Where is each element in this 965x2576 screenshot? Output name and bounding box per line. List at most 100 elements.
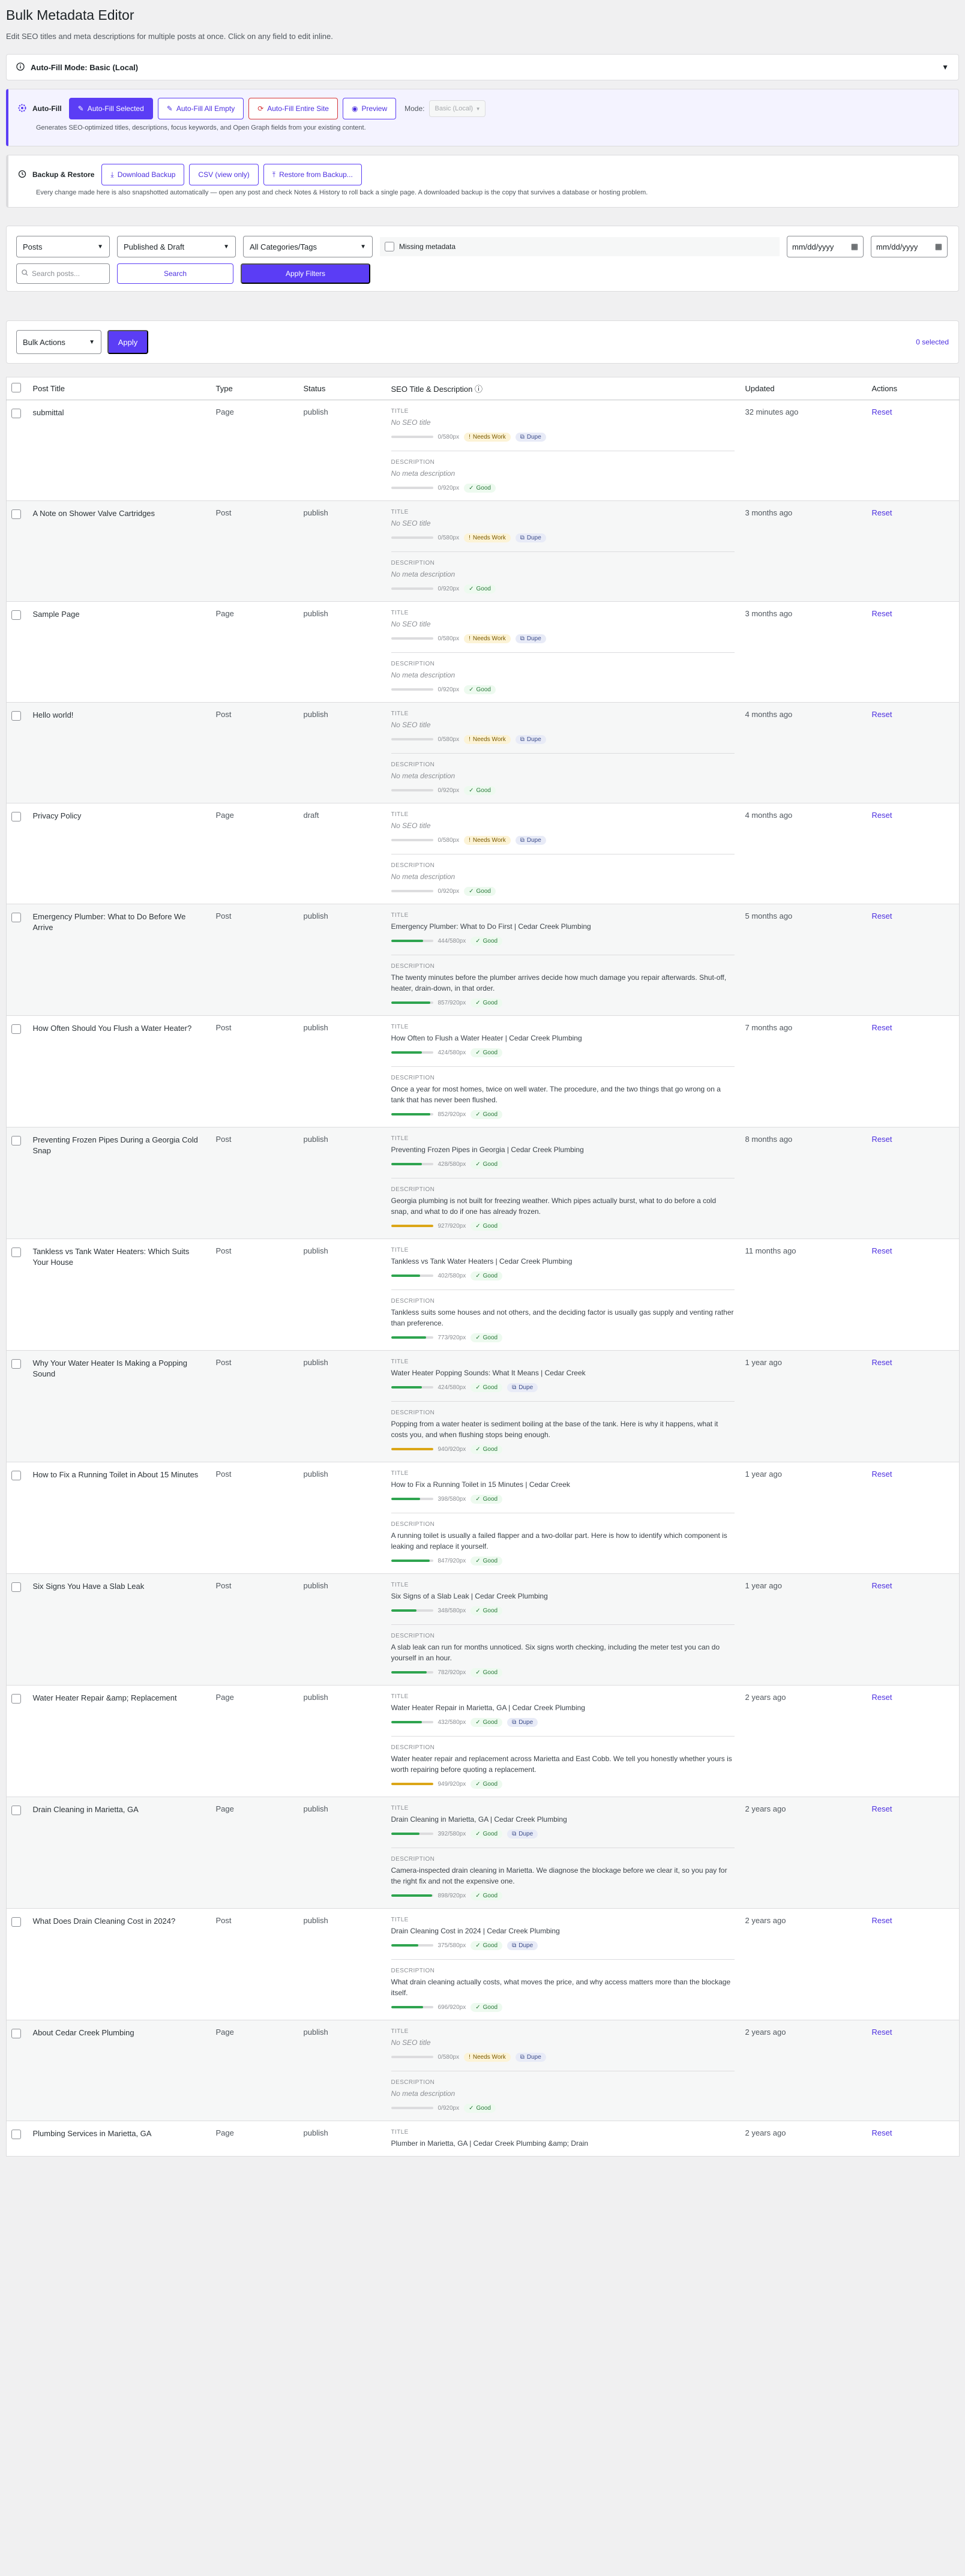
seo-title-field[interactable]: Drain Cleaning Cost in 2024 | Cedar Cree… bbox=[391, 1926, 735, 1936]
table-row[interactable]: What Does Drain Cleaning Cost in 2024? Po… bbox=[6, 1908, 960, 2020]
seo-title-field[interactable]: No SEO title bbox=[391, 619, 735, 629]
seo-title-field[interactable]: Emergency Plumber: What to Do First | Ce… bbox=[391, 921, 735, 932]
seo-desc-field[interactable]: No meta description bbox=[391, 871, 735, 882]
seo-title-field[interactable]: Water Heater Repair in Marietta, GA | Ce… bbox=[391, 1702, 735, 1713]
post-title[interactable]: Drain Cleaning in Marietta, GA bbox=[28, 1797, 211, 1909]
col-updated[interactable]: Updated bbox=[740, 377, 867, 400]
table-row[interactable]: Sample Page Page publish TITLE No SEO title 0… bbox=[6, 601, 960, 703]
reset-link[interactable]: Reset bbox=[867, 601, 960, 703]
reset-link[interactable]: Reset bbox=[867, 1350, 960, 1462]
row-checkbox[interactable] bbox=[11, 1024, 21, 1034]
date-to-input[interactable]: mm/dd/yyyy ▦ bbox=[871, 236, 948, 257]
post-title[interactable]: How Often Should You Flush a Water Heate… bbox=[28, 1015, 211, 1127]
seo-desc-field[interactable]: Tankless suits some houses and not other… bbox=[391, 1307, 735, 1329]
row-checkbox[interactable] bbox=[11, 1694, 21, 1704]
post-title[interactable]: Sample Page bbox=[28, 601, 211, 703]
reset-link[interactable]: Reset bbox=[867, 400, 960, 501]
category-select[interactable]: All Categories/Tags ▼ bbox=[243, 236, 373, 257]
post-title[interactable]: Plumbing Services in Marietta, GA bbox=[28, 2121, 211, 2157]
download-backup-button[interactable]: ⤓ Download Backup bbox=[101, 164, 185, 185]
post-type-select[interactable]: Posts ▼ bbox=[16, 236, 110, 257]
select-all-checkbox[interactable] bbox=[11, 383, 21, 392]
seo-title-field[interactable]: How to Fix a Running Toilet in 15 Minute… bbox=[391, 1479, 735, 1490]
reset-link[interactable]: Reset bbox=[867, 702, 960, 803]
row-checkbox[interactable] bbox=[11, 1247, 21, 1257]
table-row[interactable]: How Often Should You Flush a Water Heate… bbox=[6, 1015, 960, 1127]
table-row[interactable]: About Cedar Creek Plumbing Page publish TIT… bbox=[6, 2020, 960, 2121]
reset-link[interactable]: Reset bbox=[867, 904, 960, 1016]
table-row[interactable]: Why Your Water Heater Is Making a Poppin… bbox=[6, 1350, 960, 1462]
col-post-title[interactable]: Post Title bbox=[28, 377, 211, 400]
search-input[interactable]: Search posts... bbox=[16, 263, 110, 284]
seo-title-field[interactable]: Drain Cleaning in Marietta, GA | Cedar C… bbox=[391, 1814, 735, 1825]
seo-desc-field[interactable]: A running toilet is usually a failed fla… bbox=[391, 1530, 735, 1552]
seo-desc-field[interactable]: Popping from a water heater is sediment … bbox=[391, 1419, 735, 1440]
row-checkbox[interactable] bbox=[11, 1806, 21, 1815]
post-title[interactable]: Six Signs You Have a Slab Leak bbox=[28, 1573, 211, 1686]
preview-button[interactable]: ◉ Preview bbox=[342, 98, 397, 119]
seo-title-field[interactable]: No SEO title bbox=[391, 719, 735, 730]
seo-title-field[interactable]: Water Heater Popping Sounds: What It Mea… bbox=[391, 1368, 735, 1378]
post-title[interactable]: A Note on Shower Valve Cartridges bbox=[28, 500, 211, 602]
seo-desc-field[interactable]: What drain cleaning actually costs, what… bbox=[391, 1977, 735, 1998]
table-row[interactable]: Plumbing Services in Marietta, GA Page pub… bbox=[6, 2121, 960, 2157]
seo-desc-field[interactable]: No meta description bbox=[391, 670, 735, 680]
row-checkbox[interactable] bbox=[11, 2029, 21, 2038]
seo-title-field[interactable]: Six Signs of a Slab Leak | Cedar Creek P… bbox=[391, 1591, 735, 1602]
table-row[interactable]: Emergency Plumber: What to Do Before We … bbox=[6, 904, 960, 1016]
missing-metadata-filter[interactable]: Missing metadata bbox=[380, 237, 780, 256]
restore-backup-button[interactable]: ⤒ Restore from Backup... bbox=[263, 164, 362, 185]
row-checkbox[interactable] bbox=[11, 812, 21, 821]
seo-desc-field[interactable]: No meta description bbox=[391, 770, 735, 781]
post-title[interactable]: submittal bbox=[28, 400, 211, 501]
search-button[interactable]: Search bbox=[117, 263, 233, 284]
row-checkbox[interactable] bbox=[11, 2130, 21, 2139]
reset-link[interactable]: Reset bbox=[867, 500, 960, 602]
table-row[interactable]: How to Fix a Running Toilet in About 15 … bbox=[6, 1462, 960, 1574]
table-row[interactable]: Six Signs You Have a Slab Leak Post publis… bbox=[6, 1573, 960, 1686]
post-title[interactable]: Preventing Frozen Pipes During a Georgia… bbox=[28, 1127, 211, 1239]
apply-filters-button[interactable]: Apply Filters bbox=[241, 263, 370, 284]
row-checkbox[interactable] bbox=[11, 509, 21, 519]
seo-title-field[interactable]: Tankless vs Tank Water Heaters | Cedar C… bbox=[391, 1256, 735, 1267]
table-row[interactable]: Tankless vs Tank Water Heaters: Which Su… bbox=[6, 1238, 960, 1351]
csv-view-button[interactable]: CSV (view only) bbox=[189, 164, 259, 185]
post-title[interactable]: Water Heater Repair &amp; Replacement bbox=[28, 1685, 211, 1797]
seo-title-field[interactable]: No SEO title bbox=[391, 417, 735, 428]
reset-link[interactable]: Reset bbox=[867, 1127, 960, 1239]
reset-link[interactable]: Reset bbox=[867, 2121, 960, 2157]
row-checkbox[interactable] bbox=[11, 1471, 21, 1480]
autofill-all-empty-button[interactable]: ✎ Auto-Fill All Empty bbox=[157, 98, 244, 119]
missing-metadata-checkbox[interactable] bbox=[385, 242, 394, 251]
row-checkbox[interactable] bbox=[11, 711, 21, 721]
seo-desc-field[interactable]: No meta description bbox=[391, 468, 735, 479]
status-select[interactable]: Published & Draft ▼ bbox=[117, 236, 236, 257]
table-row[interactable]: A Note on Shower Valve Cartridges Post pub… bbox=[6, 500, 960, 602]
post-title[interactable]: Hello world! bbox=[28, 702, 211, 803]
reset-link[interactable]: Reset bbox=[867, 1015, 960, 1127]
row-checkbox[interactable] bbox=[11, 1136, 21, 1145]
post-title[interactable]: Why Your Water Heater Is Making a Poppin… bbox=[28, 1350, 211, 1462]
seo-title-field[interactable]: Plumber in Marietta, GA | Cedar Creek Pl… bbox=[391, 2138, 735, 2149]
reset-link[interactable]: Reset bbox=[867, 1462, 960, 1574]
seo-title-field[interactable]: No SEO title bbox=[391, 820, 735, 831]
date-from-input[interactable]: mm/dd/yyyy ▦ bbox=[787, 236, 864, 257]
bulk-apply-button[interactable]: Apply bbox=[107, 330, 148, 354]
row-checkbox[interactable] bbox=[11, 409, 21, 418]
seo-desc-field[interactable]: The twenty minutes before the plumber ar… bbox=[391, 972, 735, 994]
table-row[interactable]: Water Heater Repair &amp; Replacement Pag… bbox=[6, 1685, 960, 1797]
post-title[interactable]: Tankless vs Tank Water Heaters: Which Su… bbox=[28, 1238, 211, 1351]
reset-link[interactable]: Reset bbox=[867, 2020, 960, 2121]
post-title[interactable]: Privacy Policy bbox=[28, 803, 211, 904]
row-checkbox[interactable] bbox=[11, 1582, 21, 1592]
seo-desc-field[interactable]: Camera-inspected drain cleaning in Marie… bbox=[391, 1865, 735, 1887]
seo-title-field[interactable]: No SEO title bbox=[391, 518, 735, 529]
table-row[interactable]: Drain Cleaning in Marietta, GA Page publis… bbox=[6, 1797, 960, 1909]
reset-link[interactable]: Reset bbox=[867, 1573, 960, 1686]
table-row[interactable]: Privacy Policy Page draft TITLE No SEO title… bbox=[6, 803, 960, 904]
reset-link[interactable]: Reset bbox=[867, 1797, 960, 1909]
reset-link[interactable]: Reset bbox=[867, 1685, 960, 1797]
row-checkbox[interactable] bbox=[11, 1359, 21, 1369]
row-checkbox[interactable] bbox=[11, 1917, 21, 1927]
seo-desc-field[interactable]: No meta description bbox=[391, 2088, 735, 2099]
